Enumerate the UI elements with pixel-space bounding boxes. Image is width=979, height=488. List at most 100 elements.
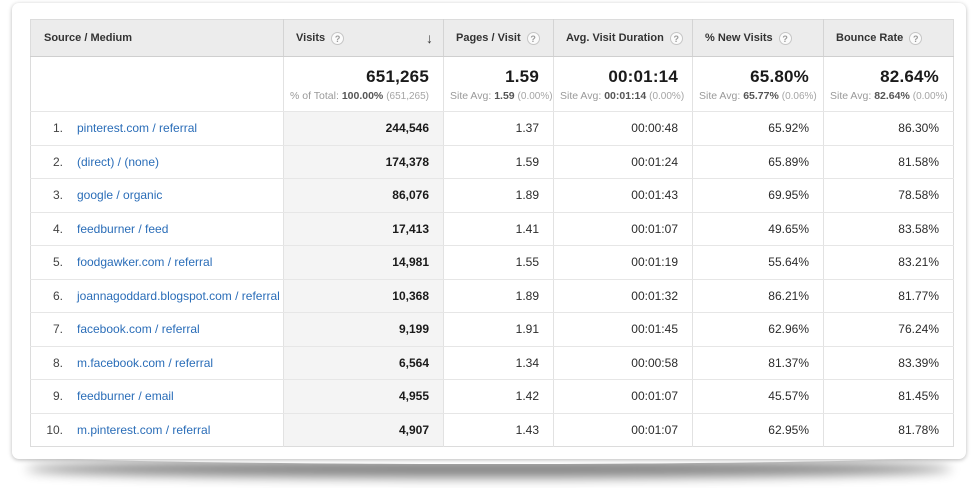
column-header-visits[interactable]: Visits ? ↓ [284,20,444,57]
summary-pages-per-visit-cell: 1.59 Site Avg: 1.59 (0.00%) [444,57,554,112]
source-medium-link[interactable]: (direct) / (none) [77,155,159,169]
pages-per-visit-cell: 1.91 [444,313,554,347]
visits-cell: 17,413 [284,212,444,246]
source-medium-link[interactable]: m.pinterest.com / referral [77,423,210,437]
row-rank: 7. [31,322,63,336]
source-medium-cell: 9. feedburner / email [31,380,284,414]
avg-visit-duration-cell: 00:01:45 [554,313,693,347]
column-label: Pages / Visit [456,32,521,44]
source-medium-link[interactable]: joannagoddard.blogspot.com / referral [77,289,280,303]
pct-new-visits-cell: 62.95% [693,413,824,447]
visits-cell: 244,546 [284,112,444,146]
row-rank: 1. [31,121,63,135]
source-medium-link[interactable]: feedburner / feed [77,222,168,236]
pages-per-visit-cell: 1.55 [444,246,554,280]
avg-visit-duration-cell: 00:01:19 [554,246,693,280]
bounce-rate-cell: 83.21% [824,246,954,280]
source-medium-cell: 5. foodgawker.com / referral [31,246,284,280]
avg-visit-duration-cell: 00:01:07 [554,380,693,414]
column-header-source-medium[interactable]: Source / Medium [31,20,284,57]
summary-avg-visit-duration-total: 00:01:14 [560,67,678,87]
table-row: 5.foodgawker.com / referral 14,981 1.55 … [31,246,954,280]
visits-cell: 14,981 [284,246,444,280]
visits-cell: 6,564 [284,346,444,380]
table-row: 3.google / organic 86,076 1.89 00:01:43 … [31,179,954,213]
help-icon[interactable]: ? [670,32,683,45]
visits-cell: 4,907 [284,413,444,447]
row-rank: 2. [31,155,63,169]
help-icon[interactable]: ? [527,32,540,45]
source-medium-link[interactable]: m.facebook.com / referral [77,356,213,370]
header-row: Source / Medium Visits ? ↓ Pages / Visit… [31,20,954,57]
source-medium-link[interactable]: feedburner / email [77,389,174,403]
source-medium-link[interactable]: foodgawker.com / referral [77,255,212,269]
table-row: 6.joannagoddard.blogspot.com / referral … [31,279,954,313]
help-icon[interactable]: ? [779,32,792,45]
column-label: Source / Medium [44,32,132,44]
source-medium-cell: 8. m.facebook.com / referral [31,346,284,380]
table-row: 1.pinterest.com / referral 244,546 1.37 … [31,112,954,146]
avg-visit-duration-cell: 00:00:48 [554,112,693,146]
pct-new-visits-cell: 69.95% [693,179,824,213]
column-header-bounce-rate[interactable]: Bounce Rate ? [824,20,954,57]
column-header-pct-new-visits[interactable]: % New Visits ? [693,20,824,57]
summary-bounce-rate-cell: 82.64% Site Avg: 82.64% (0.00%) [824,57,954,112]
pct-new-visits-cell: 49.65% [693,212,824,246]
pct-new-visits-cell: 62.96% [693,313,824,347]
bounce-rate-cell: 86.30% [824,112,954,146]
summary-pct-new-visits-total: 65.80% [699,67,809,87]
row-rank: 8. [31,356,63,370]
source-medium-cell: 1. pinterest.com / referral [31,112,284,146]
source-medium-cell: 6.joannagoddard.blogspot.com / referral [31,279,284,313]
pages-per-visit-cell: 1.89 [444,179,554,213]
summary-bounce-rate-total: 82.64% [830,67,939,87]
summary-pages-per-visit-subtext: Site Avg: 1.59 (0.00%) [450,90,539,102]
pages-per-visit-cell: 1.37 [444,112,554,146]
pct-new-visits-cell: 55.64% [693,246,824,280]
bounce-rate-cell: 81.78% [824,413,954,447]
summary-bounce-rate-subtext: Site Avg: 82.64% (0.00%) [830,90,939,102]
source-medium-link[interactable]: pinterest.com / referral [77,121,197,135]
analytics-report-card: Source / Medium Visits ? ↓ Pages / Visit… [12,3,966,459]
source-medium-link[interactable]: facebook.com / referral [77,322,200,336]
row-rank: 5. [31,255,63,269]
pages-per-visit-cell: 1.34 [444,346,554,380]
avg-visit-duration-cell: 00:01:43 [554,179,693,213]
help-icon[interactable]: ? [331,32,344,45]
avg-visit-duration-cell: 00:01:07 [554,413,693,447]
visits-cell: 9,199 [284,313,444,347]
visits-cell: 86,076 [284,179,444,213]
column-label: % New Visits [705,32,773,44]
bounce-rate-cell: 83.58% [824,212,954,246]
table-row: 9.feedburner / email 4,955 1.42 00:01:07… [31,380,954,414]
sort-descending-icon[interactable]: ↓ [426,30,435,46]
summary-pct-new-visits-cell: 65.80% Site Avg: 65.77% (0.06%) [693,57,824,112]
summary-visits-subtext: % of Total: 100.00% (651,265) [290,90,429,102]
column-label: Bounce Rate [836,32,903,44]
bounce-rate-cell: 81.77% [824,279,954,313]
avg-visit-duration-cell: 00:01:32 [554,279,693,313]
pct-new-visits-cell: 65.92% [693,112,824,146]
row-rank: 3. [31,188,63,202]
summary-row: 651,265 % of Total: 100.00% (651,265) 1.… [31,57,954,112]
avg-visit-duration-cell: 00:00:58 [554,346,693,380]
pages-per-visit-cell: 1.41 [444,212,554,246]
pct-new-visits-cell: 86.21% [693,279,824,313]
source-medium-cell: 4.feedburner / feed [31,212,284,246]
row-rank: 9. [31,389,63,403]
avg-visit-duration-cell: 00:01:24 [554,145,693,179]
source-medium-table: Source / Medium Visits ? ↓ Pages / Visit… [30,19,954,447]
table-row: 4.feedburner / feed 17,413 1.41 00:01:07… [31,212,954,246]
source-medium-link[interactable]: google / organic [77,188,162,202]
bounce-rate-cell: 78.58% [824,179,954,213]
pages-per-visit-cell: 1.43 [444,413,554,447]
help-icon[interactable]: ? [909,32,922,45]
column-header-avg-visit-duration[interactable]: Avg. Visit Duration ? [554,20,693,57]
visits-cell: 10,368 [284,279,444,313]
pages-per-visit-cell: 1.42 [444,380,554,414]
table-row: 7. facebook.com / referral 9,199 1.91 00:… [31,313,954,347]
table-row: 10.m.pinterest.com / referral 4,907 1.43… [31,413,954,447]
pct-new-visits-cell: 65.89% [693,145,824,179]
pages-per-visit-cell: 1.59 [444,145,554,179]
column-header-pages-per-visit[interactable]: Pages / Visit ? [444,20,554,57]
